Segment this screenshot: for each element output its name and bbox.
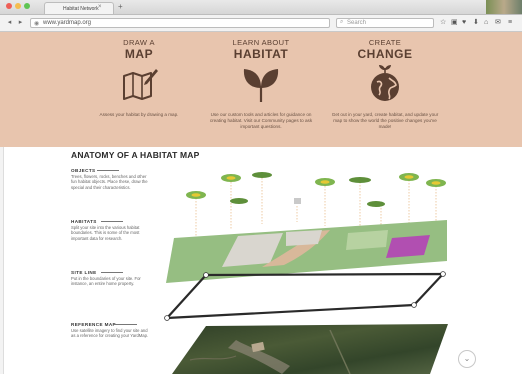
habitat-map-illustration (164, 172, 448, 374)
reference-map-layer (172, 324, 448, 374)
scroll-down-button[interactable]: ⌄ (458, 350, 476, 368)
objects-layer (186, 172, 446, 207)
